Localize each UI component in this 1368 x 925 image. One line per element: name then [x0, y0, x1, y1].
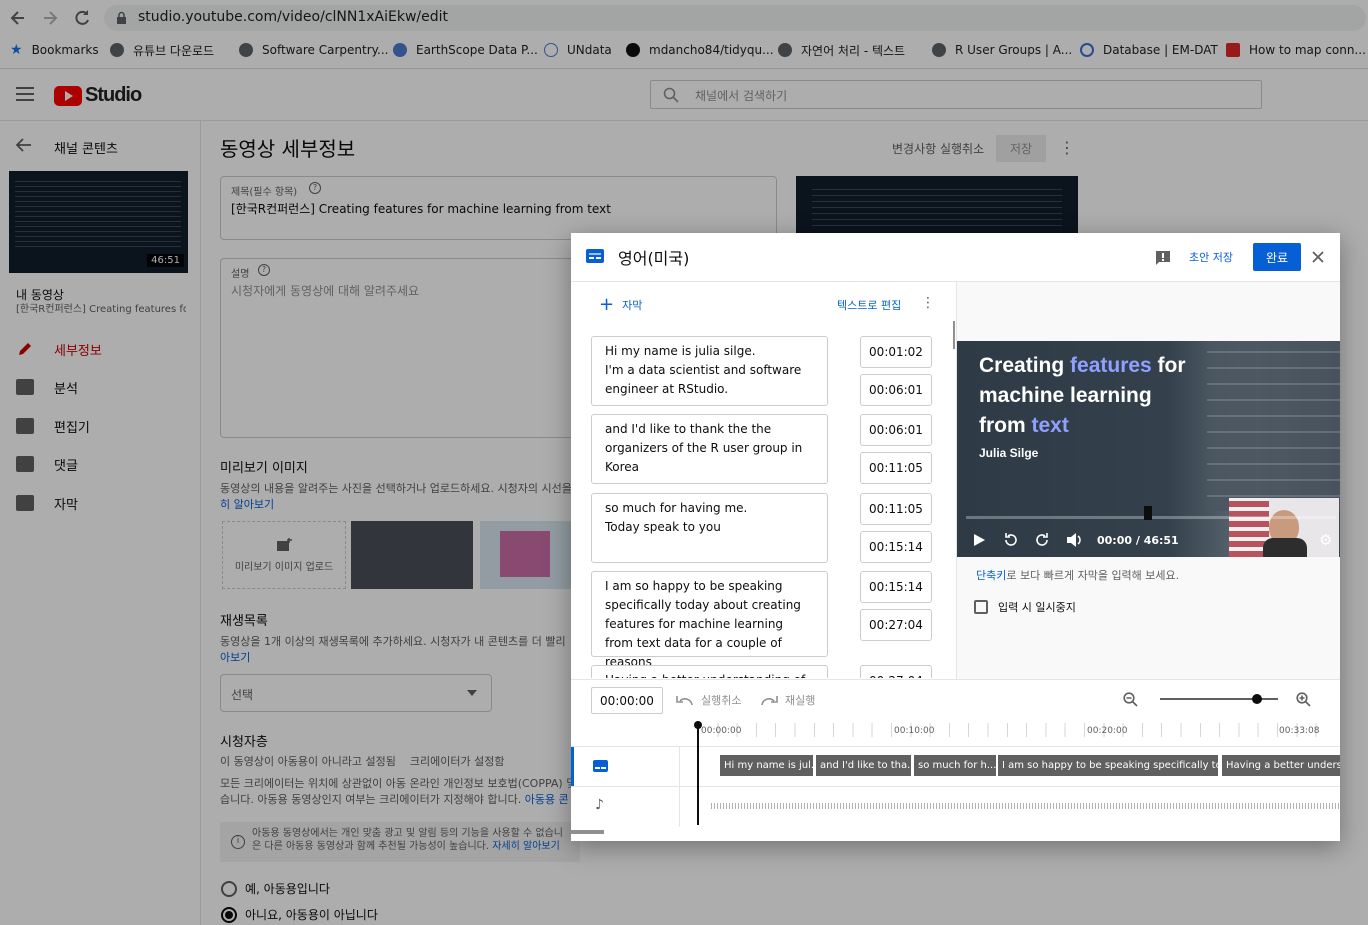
undo-icon — [676, 694, 694, 706]
playhead-marker[interactable] — [1144, 506, 1152, 520]
caption-start-time[interactable]: 00:15:14 — [860, 571, 932, 603]
timeline-caption-segment[interactable]: Having a better understa — [1222, 755, 1340, 776]
horizontal-scrollbar[interactable] — [571, 830, 604, 834]
timeline-divider — [571, 679, 1340, 680]
video-title-overlay: Creating features for machine learning f… — [979, 354, 1186, 437]
track-divider — [571, 786, 1340, 787]
plus-icon: + — [599, 294, 615, 315]
track-header-divider — [679, 747, 680, 827]
caption-list: Hi my name is julia silge. I'm a data sc… — [571, 327, 956, 678]
playhead-handle[interactable] — [694, 721, 702, 729]
timeline-playhead[interactable] — [697, 725, 699, 825]
ruler-label: 00:10:00 — [894, 726, 935, 736]
caption-text-field[interactable]: and I'd like to thank the the organizers… — [591, 414, 828, 484]
caption-text-field[interactable]: so much for having me. Today speak to yo… — [591, 493, 828, 563]
ruler-ticks — [698, 723, 1328, 737]
caption-start-time[interactable]: 00:11:05 — [860, 493, 932, 525]
books-background — [1207, 341, 1340, 511]
zoom-slider-thumb[interactable] — [1251, 694, 1262, 704]
caption-text-field[interactable]: I am so happy to be speaking specificall… — [591, 571, 828, 669]
undo-button[interactable]: 실행취소 — [676, 692, 741, 708]
caption-end-time[interactable]: 00:27:04 — [860, 609, 932, 641]
redo-button[interactable]: 재실행 — [760, 692, 815, 708]
timeline-caption-segment[interactable]: I am so happy to be speaking specificall… — [998, 755, 1218, 776]
play-icon[interactable] — [974, 534, 985, 546]
audio-waveform — [711, 803, 1340, 809]
ruler-label: 00:00:00 — [701, 726, 742, 736]
forward-icon[interactable] — [1034, 532, 1050, 548]
timeline-caption-segment[interactable]: so much for h... — [914, 755, 996, 776]
close-icon[interactable] — [1312, 251, 1324, 263]
zoom-out-icon[interactable] — [1123, 692, 1138, 707]
pause-while-typing-checkbox[interactable]: 입력 시 일시중지 — [974, 599, 1076, 615]
caption-list-scrollbar[interactable] — [953, 321, 955, 349]
active-track-indicator — [571, 747, 574, 786]
caption-text-field[interactable]: Having a better understanding of what — [591, 665, 828, 678]
video-time: 00:00 / 46:51 — [1097, 534, 1179, 547]
rewind-icon[interactable] — [1003, 532, 1019, 548]
shortcut-hint: 단축키로 보다 빠르게 자막을 입력해 보세요. — [976, 569, 1180, 582]
done-button[interactable]: 완료 — [1253, 243, 1301, 271]
subtitles-icon — [586, 249, 604, 263]
current-time-input[interactable]: 00:00:00 — [591, 687, 663, 714]
ruler-label: 00:20:00 — [1087, 726, 1128, 736]
dialog-title: 영어(미국) — [618, 249, 690, 268]
timeline-caption-segment[interactable]: Hi my name is jul... — [720, 755, 813, 776]
music-note-icon: ♪ — [595, 797, 604, 813]
caption-start-time[interactable]: 00:27:04 — [860, 665, 932, 678]
edit-as-text-button[interactable]: 텍스트로 편집 — [837, 297, 901, 313]
add-caption-button[interactable]: + 자막 — [599, 294, 642, 315]
video-author: Julia Silge — [979, 446, 1039, 460]
zoom-in-icon[interactable] — [1296, 692, 1311, 707]
checkbox-icon — [974, 600, 988, 614]
volume-icon[interactable] — [1067, 533, 1083, 547]
shortcuts-link[interactable]: 단축키 — [976, 569, 1006, 582]
caption-text-field[interactable]: Hi my name is julia silge. I'm a data sc… — [591, 336, 828, 406]
caption-start-time[interactable]: 00:01:02 — [860, 336, 932, 368]
caption-end-time[interactable]: 00:15:14 — [860, 531, 932, 563]
caption-end-time[interactable]: 00:11:05 — [860, 452, 932, 484]
subtitle-editor-dialog: 영어(미국) 초안 저장 완료 + 자막 텍스트로 편집 ⋮ Hi my nam… — [571, 233, 1340, 841]
timeline-caption-segment[interactable]: and I'd like to tha... — [816, 755, 911, 776]
caption-start-time[interactable]: 00:06:01 — [860, 414, 932, 446]
caption-end-time[interactable]: 00:06:01 — [860, 374, 932, 406]
track-divider — [571, 746, 1340, 747]
feedback-icon[interactable] — [1155, 250, 1171, 266]
ruler-label: 00:33:08 — [1279, 726, 1320, 736]
speaker-shoulders — [1263, 538, 1307, 557]
subtitles-track-icon — [593, 760, 608, 772]
save-draft-button[interactable]: 초안 저장 — [1189, 249, 1233, 265]
video-player[interactable]: Creating features for machine learning f… — [957, 341, 1340, 557]
settings-gear-icon[interactable]: ⚙ — [1319, 533, 1332, 548]
redo-icon — [760, 694, 778, 706]
more-vert-icon[interactable]: ⋮ — [921, 296, 935, 310]
